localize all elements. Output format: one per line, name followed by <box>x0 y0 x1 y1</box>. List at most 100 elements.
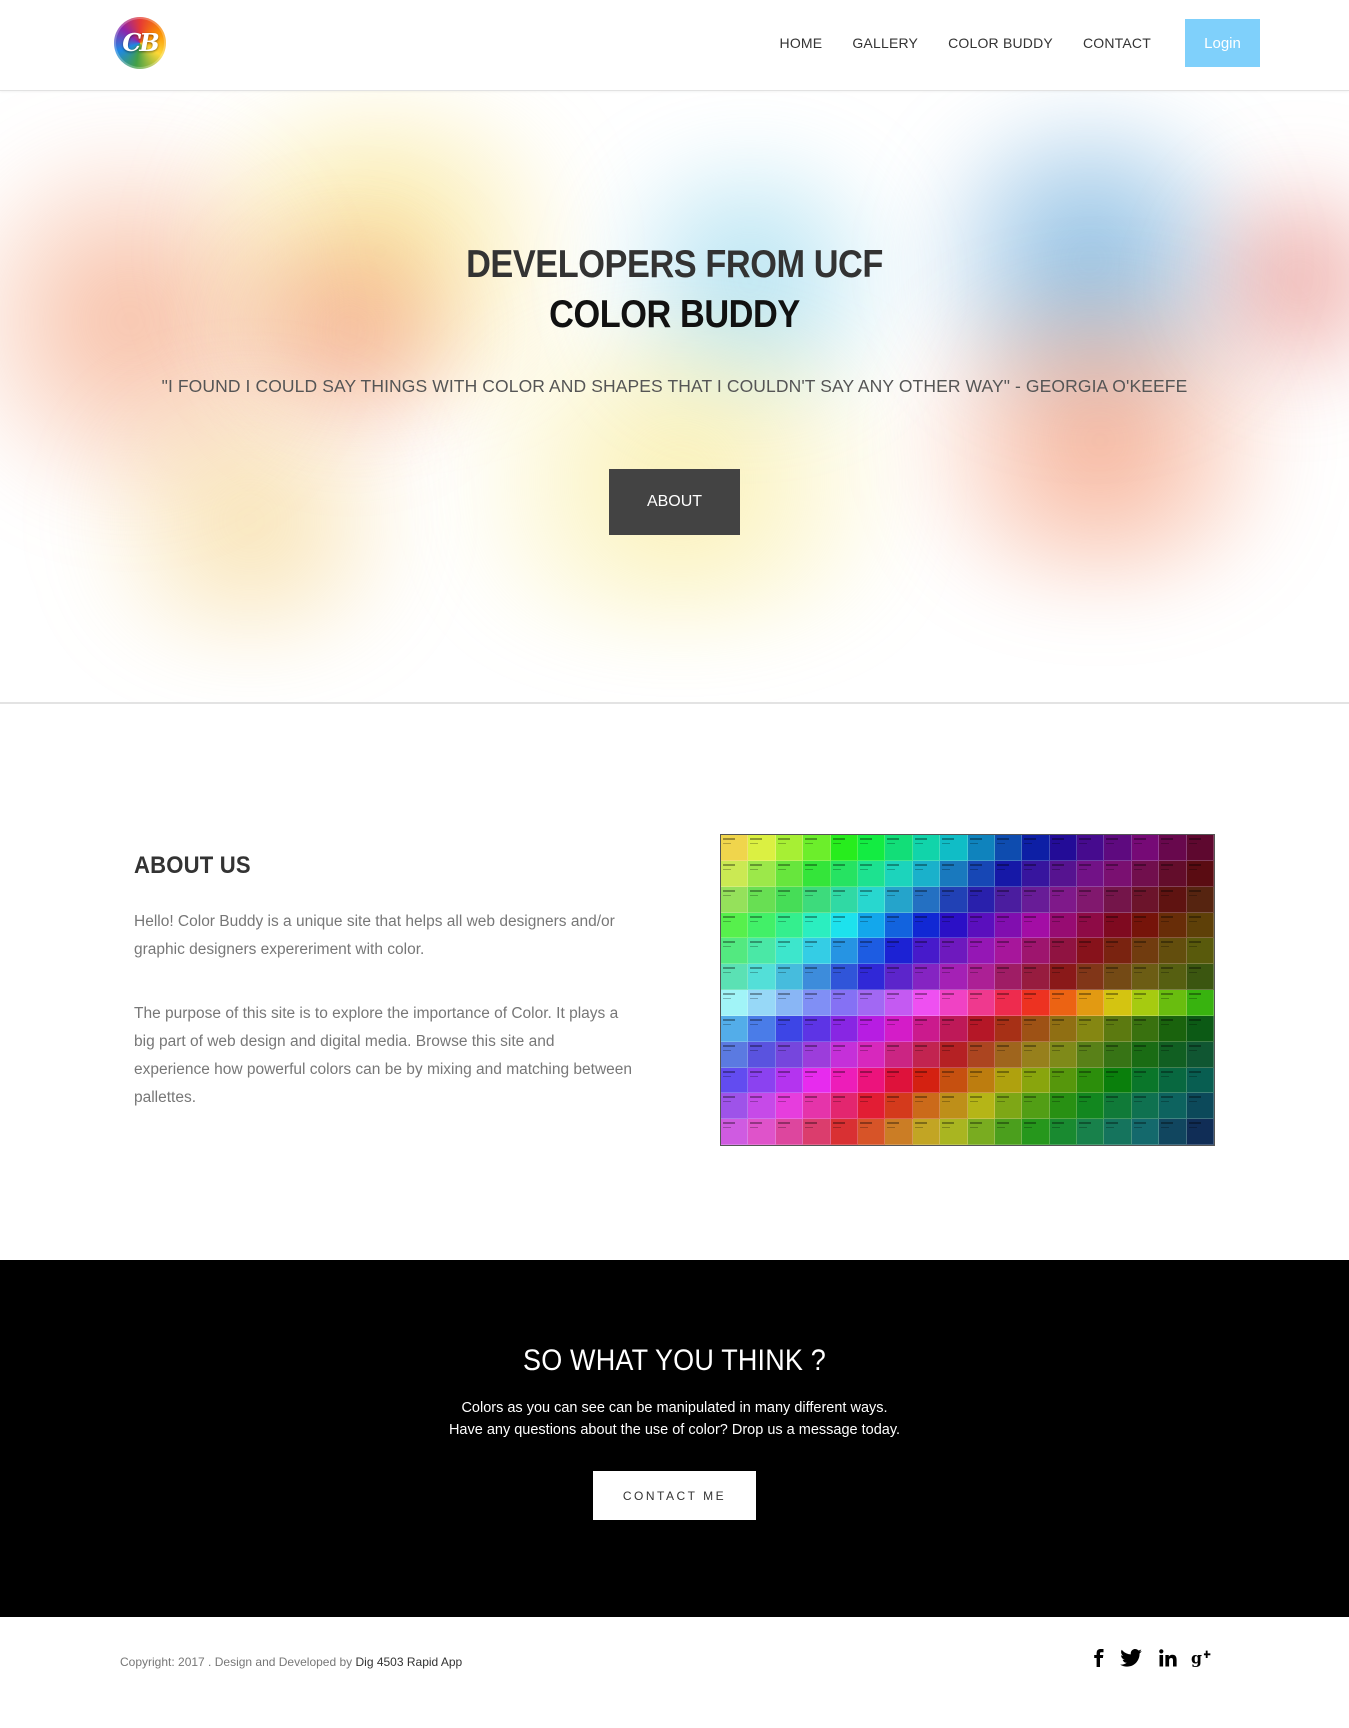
nav-link-contact[interactable]: CONTACT <box>1083 35 1151 51</box>
color-swatch <box>1022 964 1050 990</box>
login-button[interactable]: Login <box>1185 19 1260 67</box>
nav-link-color-buddy[interactable]: COLOR BUDDY <box>948 35 1053 51</box>
color-swatch <box>1131 938 1160 965</box>
color-swatch <box>857 964 886 990</box>
google-plus-icon[interactable]: g <box>1190 1645 1216 1671</box>
color-swatch <box>830 860 858 887</box>
color-swatch <box>1131 886 1160 913</box>
color-swatch <box>912 990 941 1016</box>
color-swatch <box>857 990 886 1016</box>
color-swatch <box>1077 1067 1105 1094</box>
color-swatch <box>775 886 804 913</box>
color-swatch <box>721 964 749 990</box>
color-swatch <box>967 886 995 913</box>
color-swatch <box>1186 860 1214 887</box>
color-swatch <box>1104 938 1132 965</box>
color-swatch <box>1104 1093 1132 1120</box>
color-swatch <box>748 964 776 990</box>
color-swatch <box>885 938 913 965</box>
color-swatch <box>721 1015 749 1042</box>
logo[interactable]: CB <box>114 17 166 69</box>
navbar: CB HOME GALLERY COLOR BUDDY CONTACT Logi… <box>0 0 1349 91</box>
color-swatch <box>1049 1041 1078 1068</box>
about-paragraph-2: The purpose of this site is to explore t… <box>134 1005 633 1106</box>
color-swatch <box>1186 938 1214 965</box>
color-swatch <box>775 835 804 861</box>
color-swatch <box>1077 860 1105 887</box>
color-swatch <box>885 964 913 990</box>
color-swatch <box>1131 860 1160 887</box>
color-swatch <box>967 1067 995 1094</box>
color-swatch <box>967 1093 995 1120</box>
color-swatch <box>1104 1015 1132 1042</box>
color-swatch <box>803 964 831 990</box>
about-paragraph-1: Hello! Color Buddy is a unique site that… <box>134 913 615 958</box>
color-swatch <box>1159 1093 1187 1120</box>
color-swatch <box>912 1041 941 1068</box>
color-swatch <box>885 1067 913 1094</box>
color-swatch <box>1049 1067 1078 1094</box>
color-swatch <box>721 1119 749 1145</box>
color-swatch <box>1159 886 1187 913</box>
ink-smoke-background <box>40 391 460 651</box>
color-swatch <box>994 990 1023 1016</box>
color-swatch <box>857 1119 886 1145</box>
color-swatch <box>940 990 968 1016</box>
contact-me-button[interactable]: CONTACT ME <box>593 1471 756 1520</box>
color-swatch <box>1131 835 1160 861</box>
cta-text-line1: Colors as you can see can be manipulated… <box>461 1400 888 1416</box>
color-swatch <box>1104 886 1132 913</box>
color-swatch <box>1186 1093 1214 1120</box>
color-swatch <box>940 1015 968 1042</box>
color-swatch <box>994 938 1023 965</box>
color-swatch <box>775 1067 804 1094</box>
color-swatch <box>994 964 1023 990</box>
color-swatch <box>748 938 776 965</box>
color-swatch <box>994 1067 1023 1094</box>
color-swatch <box>748 1067 776 1094</box>
color-swatch <box>940 886 968 913</box>
color-swatch <box>994 1041 1023 1068</box>
color-swatch <box>1022 886 1050 913</box>
color-swatch <box>721 990 749 1016</box>
color-swatch <box>1131 990 1160 1016</box>
color-swatch <box>967 964 995 990</box>
hero-section: DEVELOPERS FROM UCF COLOR BUDDY "I FOUND… <box>0 91 1349 704</box>
color-swatch <box>830 1041 858 1068</box>
color-swatch <box>1049 938 1078 965</box>
linkedin-icon[interactable] <box>1155 1645 1181 1671</box>
color-swatch <box>1186 1067 1214 1094</box>
color-swatch <box>1077 1093 1105 1120</box>
color-swatch <box>775 860 804 887</box>
color-swatch <box>1077 886 1105 913</box>
color-swatch <box>830 886 858 913</box>
color-swatch <box>1049 860 1078 887</box>
facebook-icon[interactable] <box>1086 1645 1112 1671</box>
footer-credit-link[interactable]: Dig 4503 Rapid App <box>355 1655 462 1669</box>
color-swatch <box>994 860 1023 887</box>
color-swatch <box>1049 835 1078 861</box>
color-swatch <box>1104 990 1132 1016</box>
color-swatch <box>1077 912 1105 939</box>
color-swatch <box>967 938 995 965</box>
cta-text-line2: Have any questions about the use of colo… <box>448 1422 901 1438</box>
color-swatch <box>1077 835 1105 861</box>
color-swatch <box>830 1015 858 1042</box>
color-swatch <box>803 1067 831 1094</box>
nav-link-home[interactable]: HOME <box>780 35 823 51</box>
color-swatch <box>830 912 858 939</box>
color-swatch <box>1022 1119 1050 1145</box>
color-swatch <box>1077 990 1105 1016</box>
nav-link-gallery[interactable]: GALLERY <box>852 35 918 51</box>
about-button[interactable]: ABOUT <box>609 469 740 535</box>
color-swatch <box>830 938 858 965</box>
color-swatch <box>940 860 968 887</box>
color-swatch <box>967 835 995 861</box>
twitter-icon[interactable] <box>1118 1645 1144 1671</box>
color-swatch <box>1131 1041 1160 1068</box>
hero-quote: "I FOUND I COULD SAY THINGS WITH COLOR A… <box>161 376 1188 396</box>
color-swatch <box>748 860 776 887</box>
color-swatch <box>994 912 1023 939</box>
color-swatch <box>885 835 913 861</box>
color-swatch <box>1022 1067 1050 1094</box>
